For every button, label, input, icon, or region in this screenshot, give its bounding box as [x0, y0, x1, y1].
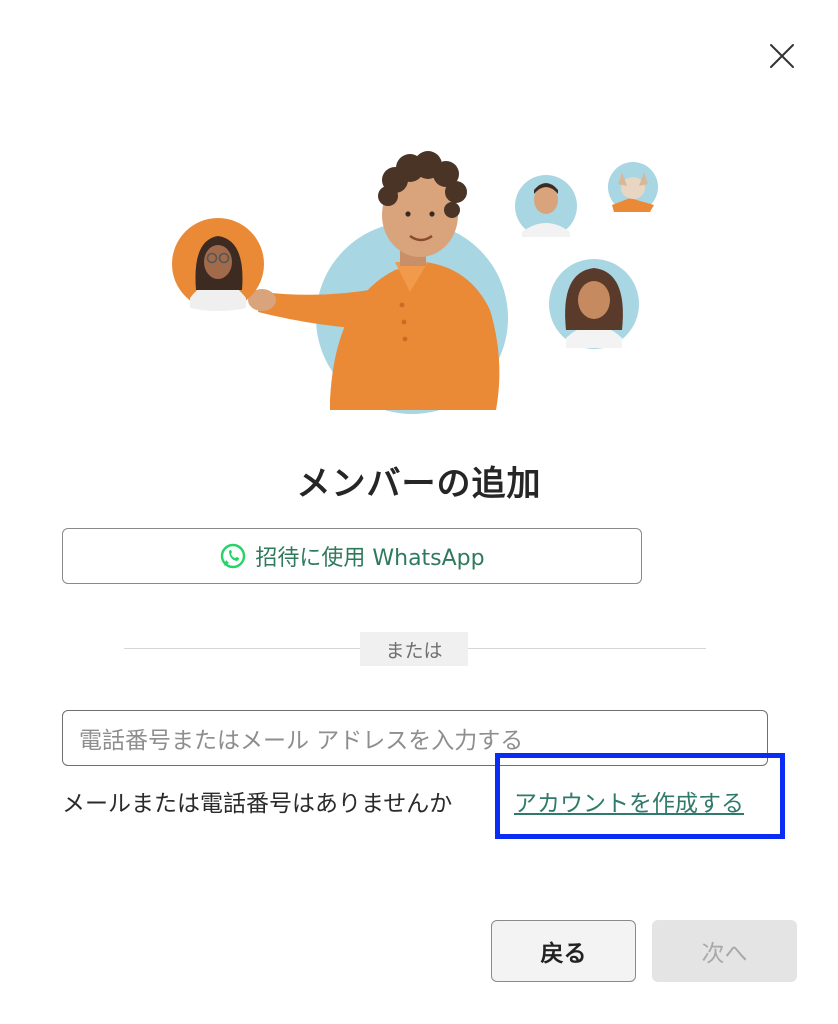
invite-whatsapp-button[interactable]: 招待に使用 WhatsApp	[62, 528, 642, 584]
whatsapp-button-label: 招待に使用 WhatsApp	[255, 546, 485, 571]
no-account-text: メールまたは電話番号はありませんか	[62, 791, 453, 817]
close-button[interactable]	[762, 38, 802, 74]
whatsapp-icon	[219, 542, 247, 570]
close-icon	[770, 44, 794, 68]
create-account-link[interactable]: アカウントを作成する	[514, 784, 744, 818]
members-illustration	[172, 151, 658, 414]
dialog-title: メンバーの追加	[296, 464, 542, 504]
add-member-dialog: メンバーの追加 招待に使用 WhatsApp または メールまたは電話番号はあり…	[0, 0, 838, 1024]
back-button[interactable]: 戻る	[491, 920, 636, 982]
next-button[interactable]: 次へ	[652, 920, 797, 982]
divider-or-label: または	[360, 632, 468, 666]
